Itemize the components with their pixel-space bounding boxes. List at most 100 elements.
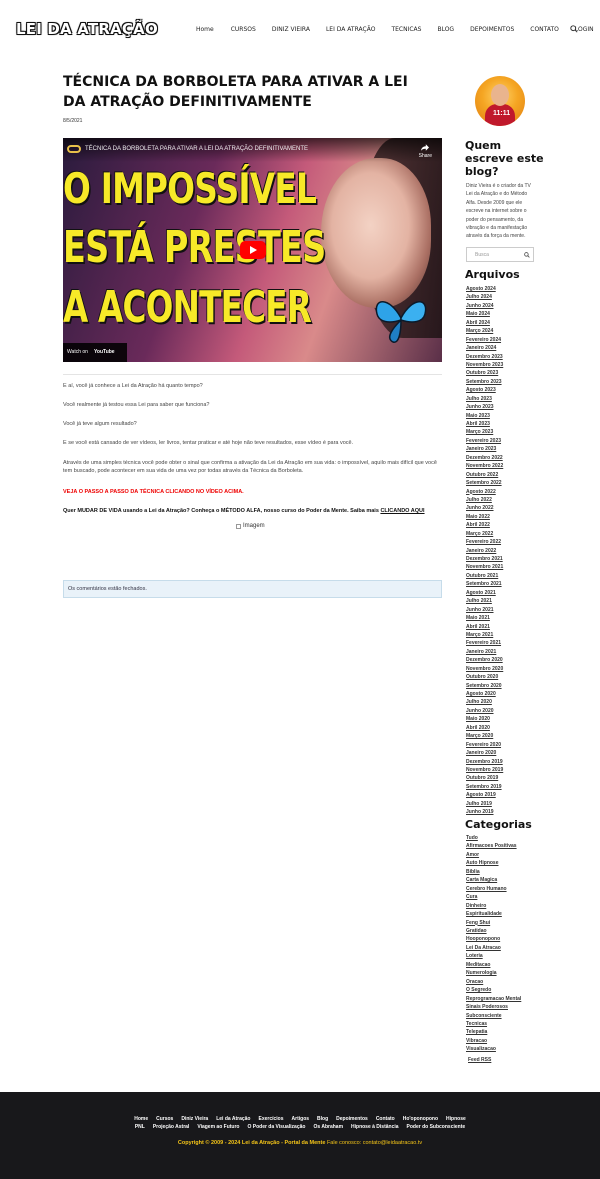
archive-link[interactable]: Janeiro 2020 [466, 749, 503, 757]
archive-link[interactable]: Agosto 2022 [466, 488, 503, 496]
archive-link[interactable]: Março 2020 [466, 732, 503, 740]
watch-on-youtube-button[interactable]: Watch on YouTube [63, 343, 127, 362]
play-button[interactable] [240, 241, 266, 259]
archive-link[interactable]: Fevereiro 2020 [466, 741, 503, 749]
archive-link[interactable]: Agosto 2019 [466, 791, 503, 799]
category-link[interactable]: Sinais Poderosos [466, 1003, 521, 1011]
archive-link[interactable]: Abril 2020 [466, 724, 503, 732]
youtube-video-embed[interactable]: TÉCNICA DA BORBOLETA PARA ATIVAR A LEI D… [63, 138, 442, 362]
rss-feed-link[interactable]: Feed RSS [468, 1057, 491, 1063]
footer-link[interactable]: Contato [376, 1116, 395, 1122]
archive-link[interactable]: Novembro 2022 [466, 462, 503, 470]
archive-link[interactable]: Fevereiro 2024 [466, 336, 503, 344]
archive-link[interactable]: Fevereiro 2023 [466, 437, 503, 445]
search-icon[interactable] [570, 25, 578, 33]
nav-diniz-vieira[interactable]: DINIZ VIEIRA [272, 26, 310, 33]
search-icon[interactable] [524, 252, 530, 258]
archive-link[interactable]: Julho 2021 [466, 597, 503, 605]
category-link[interactable]: Auto Hipnose [466, 859, 521, 867]
archive-link[interactable]: Novembro 2021 [466, 563, 503, 571]
footer-link[interactable]: Home [134, 1116, 148, 1122]
category-link[interactable]: Tudo [466, 834, 521, 842]
archive-link[interactable]: Setembro 2021 [466, 580, 503, 588]
footer-link[interactable]: Lei da Atração [216, 1116, 250, 1122]
archive-link[interactable]: Fevereiro 2022 [466, 538, 503, 546]
category-link[interactable]: Cerebro Humano [466, 885, 521, 893]
archive-link[interactable]: Dezembro 2022 [466, 454, 503, 462]
footer-link[interactable]: Depoimentos [336, 1116, 368, 1122]
category-link[interactable]: Telepatia [466, 1028, 521, 1036]
category-link[interactable]: Feng Shui [466, 919, 521, 927]
archive-link[interactable]: Novembro 2023 [466, 361, 503, 369]
archive-link[interactable]: Outubro 2019 [466, 774, 503, 782]
category-link[interactable]: Oracao [466, 978, 521, 986]
nav-blog[interactable]: BLOG [437, 26, 454, 33]
nav-cursos[interactable]: CURSOS [231, 26, 256, 33]
archive-link[interactable]: Setembro 2023 [466, 378, 503, 386]
archive-link[interactable]: Junho 2019 [466, 808, 503, 816]
archive-link[interactable]: Setembro 2020 [466, 682, 503, 690]
archive-link[interactable]: Junho 2021 [466, 606, 503, 614]
category-link[interactable]: Subconsciente [466, 1012, 521, 1020]
footer-link[interactable]: Viagem ao Futuro [197, 1124, 239, 1130]
archive-link[interactable]: Julho 2022 [466, 496, 503, 504]
cta-link[interactable]: CLICANDO AQUI [380, 508, 424, 514]
category-link[interactable]: Amor [466, 851, 521, 859]
archive-link[interactable]: Janeiro 2021 [466, 648, 503, 656]
archive-link[interactable]: Fevereiro 2021 [466, 639, 503, 647]
category-link[interactable]: Gratidao [466, 927, 521, 935]
contact-text[interactable]: Fale conosco: contato@leidaatracao.tv [327, 1140, 422, 1146]
archive-link[interactable]: Abril 2024 [466, 319, 503, 327]
category-link[interactable]: Loteria [466, 952, 521, 960]
category-link[interactable]: Tecnicas [466, 1020, 521, 1028]
footer-link[interactable]: Artigos [292, 1116, 310, 1122]
archive-link[interactable]: Maio 2023 [466, 412, 503, 420]
archive-link[interactable]: Outubro 2022 [466, 471, 503, 479]
nav-lei-da-atracao[interactable]: LEI DA ATRAÇÃO [326, 26, 375, 33]
footer-link[interactable]: Os Abraham [313, 1124, 343, 1130]
archive-link[interactable]: Dezembro 2020 [466, 656, 503, 664]
category-link[interactable]: Espiritualidade [466, 910, 521, 918]
footer-link[interactable]: PNL [135, 1124, 145, 1130]
archive-link[interactable]: Junho 2024 [466, 302, 503, 310]
share-button[interactable]: Share [419, 144, 432, 159]
archive-link[interactable]: Agosto 2024 [466, 285, 503, 293]
nav-tecnicas[interactable]: TECNICAS [391, 26, 421, 33]
footer-link[interactable]: Diniz Vieira [181, 1116, 208, 1122]
archive-link[interactable]: Janeiro 2024 [466, 344, 503, 352]
footer-link[interactable]: Hipnose [446, 1116, 466, 1122]
archive-link[interactable]: Abril 2022 [466, 521, 503, 529]
archive-link[interactable]: Setembro 2019 [466, 783, 503, 791]
archive-link[interactable]: Novembro 2020 [466, 665, 503, 673]
category-link[interactable]: Vibracao [466, 1037, 521, 1045]
archive-link[interactable]: Janeiro 2022 [466, 547, 503, 555]
footer-link[interactable]: Hipnose à Distância [351, 1124, 399, 1130]
footer-link[interactable]: Projeção Astral [153, 1124, 190, 1130]
nav-home[interactable]: Home [196, 26, 214, 33]
archive-link[interactable]: Dezembro 2021 [466, 555, 503, 563]
archive-link[interactable]: Abril 2023 [466, 420, 503, 428]
category-link[interactable]: Afirmacoes Positivas [466, 842, 521, 850]
archive-link[interactable]: Agosto 2021 [466, 589, 503, 597]
footer-link[interactable]: Blog [317, 1116, 328, 1122]
archive-link[interactable]: Novembro 2019 [466, 766, 503, 774]
channel-logo-icon[interactable] [67, 145, 81, 153]
category-link[interactable]: Lei Da Atracao [466, 944, 521, 952]
archive-link[interactable]: Maio 2020 [466, 715, 503, 723]
archive-link[interactable]: Março 2024 [466, 327, 503, 335]
archive-link[interactable]: Maio 2024 [466, 310, 503, 318]
archive-link[interactable]: Julho 2020 [466, 698, 503, 706]
archive-link[interactable]: Outubro 2020 [466, 673, 503, 681]
archive-link[interactable]: Agosto 2023 [466, 386, 503, 394]
archive-link[interactable]: Julho 2024 [466, 293, 503, 301]
archive-link[interactable]: Setembro 2022 [466, 479, 503, 487]
sidebar-search-input[interactable]: Busca [466, 247, 534, 262]
archive-link[interactable]: Janeiro 2023 [466, 445, 503, 453]
archive-link[interactable]: Julho 2023 [466, 395, 503, 403]
category-link[interactable]: Biblia [466, 868, 521, 876]
archive-link[interactable]: Junho 2020 [466, 707, 503, 715]
category-link[interactable]: Numerologia [466, 969, 521, 977]
archive-link[interactable]: Março 2023 [466, 428, 503, 436]
category-link[interactable]: Carta Magica [466, 876, 521, 884]
archive-link[interactable]: Dezembro 2019 [466, 758, 503, 766]
